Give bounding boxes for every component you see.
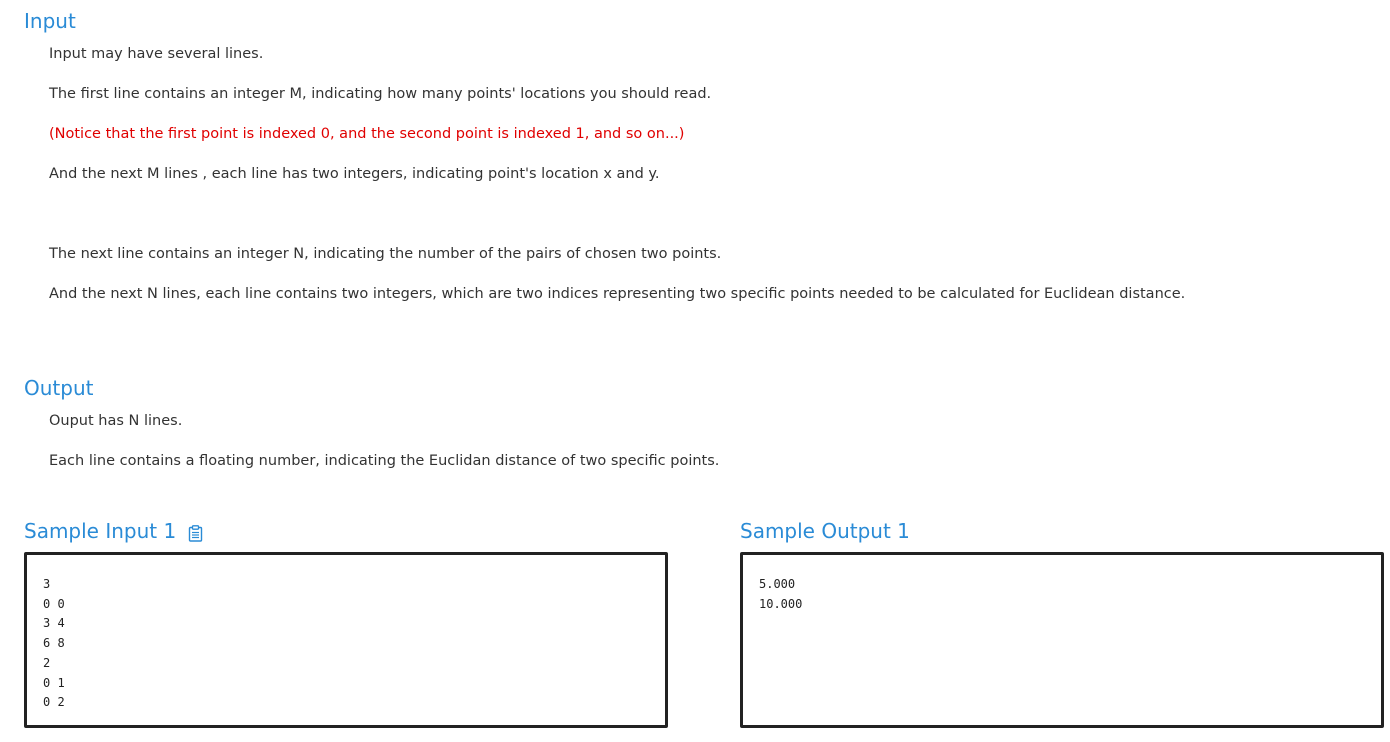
output-line-1: Ouput has N lines. (49, 413, 183, 429)
sample-output-content: 5.000 10.000 (759, 577, 803, 611)
input-line-6: And the next N lines, each line contains… (49, 286, 1186, 302)
input-line-4: And the next M lines , each line has two… (49, 166, 660, 182)
input-heading: Input (24, 9, 76, 33)
input-line-2: The first line contains an integer M, in… (49, 86, 712, 102)
sample-input-box[interactable]: 3 0 0 3 4 6 8 2 0 1 0 2 (24, 552, 668, 728)
input-line-1: Input may have several lines. (49, 46, 264, 62)
output-line-2: Each line contains a floating number, in… (49, 453, 720, 469)
input-notice-line: (Notice that the first point is indexed … (49, 126, 685, 142)
sample-input-title: Sample Input 1 (24, 519, 177, 543)
sample-input-content: 3 0 0 3 4 6 8 2 0 1 0 2 (43, 577, 65, 710)
sample-output-box[interactable]: 5.000 10.000 (740, 552, 1384, 728)
sample-input-header: Sample Input 1 (24, 519, 203, 543)
output-heading: Output (24, 376, 94, 400)
input-line-5: The next line contains an integer N, ind… (49, 246, 722, 262)
sample-output-title: Sample Output 1 (740, 519, 910, 543)
clipboard-icon[interactable] (188, 523, 203, 542)
